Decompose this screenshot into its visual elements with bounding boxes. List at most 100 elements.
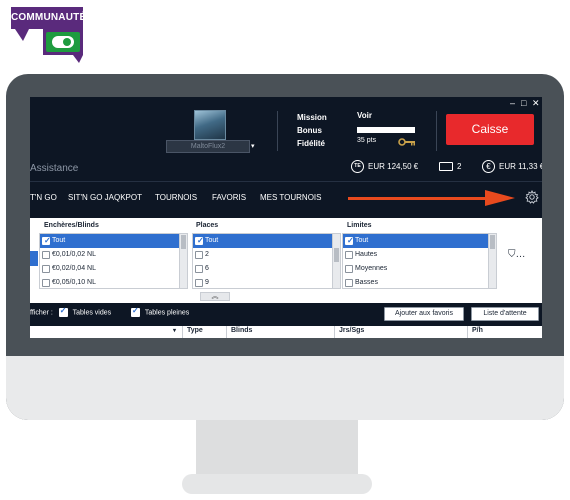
chevron-down-icon[interactable]: ▾ (251, 142, 255, 150)
filter-option[interactable]: 9 (193, 276, 340, 288)
fidelite-points: 35 pts (357, 137, 377, 144)
filter-option[interactable]: Moyennes (343, 262, 496, 276)
filter-checkbox[interactable] (42, 279, 50, 287)
filter-option[interactable]: 6 (193, 262, 340, 276)
table-header: ▾ Type Blinds Jrs/Sgs P/h (30, 326, 542, 338)
tab-favoris[interactable]: FAVORIS (212, 193, 246, 202)
assistance-link[interactable]: Assistance (30, 163, 78, 174)
filter-option-label: Tout (355, 237, 369, 244)
filter-option-label: €0,05/0,10 NL (52, 279, 96, 286)
filter-option[interactable]: Hautes (343, 248, 496, 262)
filter-option-label: €0,01/0,02 NL (52, 251, 96, 258)
filter-checkbox[interactable]: ✓ (42, 236, 51, 245)
filter-option-label: Hautes (355, 251, 378, 258)
caisse-button[interactable]: Caisse (446, 114, 534, 145)
filter-funnel-icon[interactable]: ⛉… (508, 249, 526, 260)
ticket-balance: 2 (439, 160, 461, 174)
column-blinds[interactable]: Blinds (231, 327, 252, 334)
filter-checkbox[interactable] (345, 251, 353, 259)
filter-option-label: €0,02/0,04 NL (52, 265, 96, 272)
add-favorites-button[interactable]: Ajouter aux favoris (384, 307, 464, 321)
column-type[interactable]: Type (187, 327, 203, 334)
scrollbar[interactable] (332, 234, 340, 288)
bonus-progress-fill (357, 127, 415, 133)
filter-checkbox[interactable] (195, 265, 203, 273)
monitor-chin (6, 356, 564, 420)
filter-checkbox[interactable] (42, 251, 50, 259)
tables-vides-checkbox[interactable]: ✓ (58, 306, 68, 317)
badge-label: COMMUNAUTÉ (11, 7, 86, 29)
poker-client-screen: – □ ✕ MaltoFlux2 ▾ Mission Bonus Fidélit… (30, 97, 542, 338)
filter-checkbox[interactable] (345, 279, 353, 287)
column-ph[interactable]: P/h (472, 327, 483, 334)
column-joueurs[interactable]: Jrs/Sgs (339, 327, 364, 334)
filter-option-label: 6 (205, 265, 209, 272)
filter-checkbox[interactable] (42, 265, 50, 273)
check-icon: ✓ (347, 236, 354, 245)
sort-caret-icon[interactable]: ▾ (173, 327, 176, 334)
check-icon: ✓ (44, 236, 51, 245)
scrollbar[interactable] (488, 234, 496, 288)
scrollbar[interactable] (179, 234, 187, 288)
close-button[interactable]: ✕ (532, 98, 540, 109)
badge-tail (15, 29, 29, 41)
voir-link[interactable]: Voir (357, 111, 372, 120)
filter-checkbox[interactable]: ✓ (195, 236, 204, 245)
tab-sitngo-jackpot[interactable]: SIT'N GO JAQKPOT (68, 193, 142, 202)
filter-option[interactable]: 2 (193, 248, 340, 262)
avatar[interactable] (194, 110, 226, 140)
tab-tournois[interactable]: TOURNOIS (155, 193, 197, 202)
ticket-icon (439, 162, 453, 172)
encheres-title: Enchères/Blinds (44, 222, 99, 229)
check-icon: ✓ (197, 236, 204, 245)
limites-title: Limites (347, 222, 372, 229)
places-title: Places (196, 222, 219, 229)
filter-option[interactable]: €0,02/0,04 NL (40, 262, 187, 276)
euro-icon: € (482, 160, 495, 174)
gear-icon[interactable] (525, 190, 539, 204)
filter-option-label: Moyennes (355, 265, 388, 272)
filter-option[interactable]: Basses (343, 276, 496, 288)
filter-checkbox[interactable] (195, 251, 203, 259)
tables-pleines-checkbox[interactable]: ✓ (131, 306, 141, 317)
mission-labels: Mission Bonus Fidélité (297, 111, 327, 150)
side-selection-marker (30, 251, 38, 266)
filter-option[interactable]: €0,05/0,10 NL (40, 276, 187, 288)
filter-checkbox[interactable] (195, 279, 203, 287)
filter-option-label: Tout (52, 237, 66, 244)
filter-option-label: 9 (205, 279, 209, 286)
filter-option[interactable]: €0,01/0,02 NL (40, 248, 187, 262)
scrollbar-thumb[interactable] (490, 235, 495, 249)
expand-filters-button[interactable]: ︽ (200, 292, 230, 301)
scrollbar-thumb[interactable] (334, 248, 339, 262)
filter-checkbox[interactable] (345, 265, 353, 273)
encheres-list[interactable]: ✓ Tout €0,01/0,02 NL €0,02/0,04 NL €0,05/0,1… (39, 233, 188, 289)
filter-checkbox[interactable]: ✓ (345, 236, 354, 245)
pmu-logo (52, 36, 74, 48)
filter-panel: Enchères/Blinds ✓ Tout €0,01/0,02 NL €0,02/… (30, 218, 542, 303)
te-balance-value: EUR 124,50 € (368, 162, 419, 171)
tables-vides-label: Tables vides (72, 309, 112, 317)
filter-option[interactable]: ✓ Tout (40, 234, 187, 248)
filter-option[interactable]: ✓ Tout (343, 234, 496, 248)
fidelite-label: Fidélité (297, 139, 326, 148)
euro-balance-value: EUR 11,33 € (499, 162, 542, 171)
minimize-button[interactable]: – (510, 98, 515, 108)
bonus-progress-bar (357, 127, 415, 133)
filter-option[interactable]: ✓ Tout (193, 234, 340, 248)
scrollbar-thumb[interactable] (181, 235, 186, 249)
maximize-button[interactable]: □ (521, 98, 526, 108)
divider (436, 111, 437, 151)
tab-mes-tournois[interactable]: MES TOURNOIS (260, 193, 322, 202)
filter-option-label: 2 (205, 251, 209, 258)
filter-option-label: Basses (355, 279, 378, 286)
mission-label: Mission (297, 113, 327, 122)
limites-list[interactable]: ✓ Tout Hautes Moyennes Basses (342, 233, 497, 289)
waitlist-button[interactable]: Liste d'attente (471, 307, 539, 321)
euro-balance: € EUR 11,33 € (482, 160, 542, 174)
tab-sitngo[interactable]: T'N GO (30, 193, 57, 202)
places-list[interactable]: ✓ Tout 2 6 9 (192, 233, 341, 289)
annotation-arrow (348, 197, 490, 200)
username-dropdown[interactable]: MaltoFlux2 (166, 140, 250, 153)
divider (30, 181, 542, 182)
